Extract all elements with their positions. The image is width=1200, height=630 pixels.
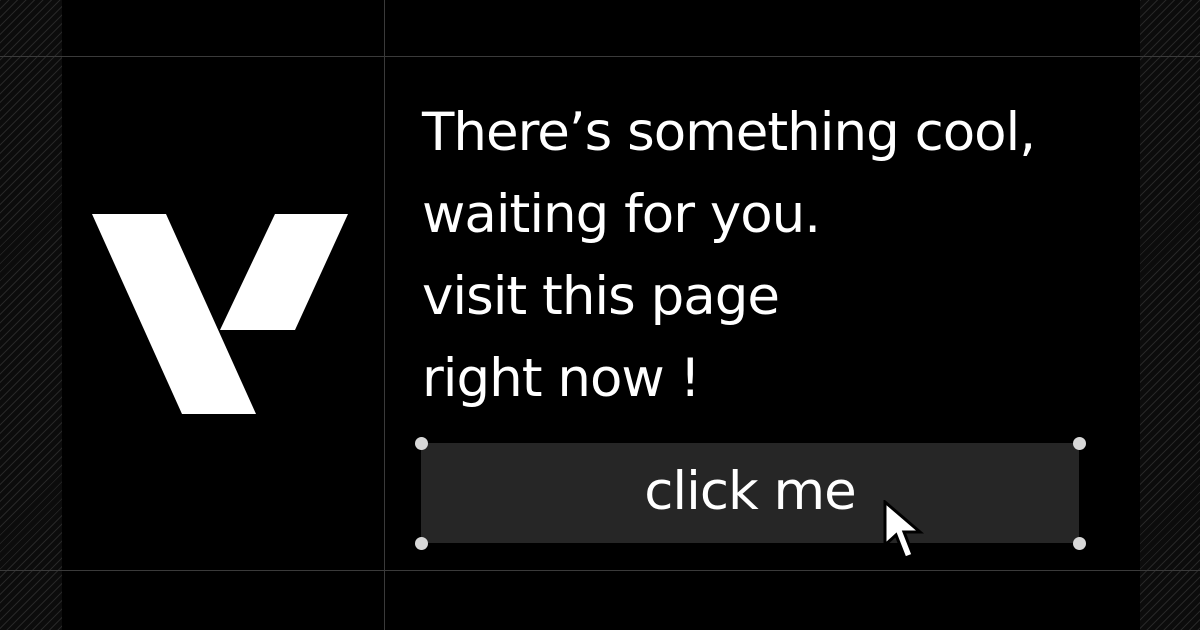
v-logo-icon: [92, 214, 348, 414]
guide-line-bottom: [0, 570, 1200, 571]
left-hatch-pattern: [0, 0, 62, 630]
banner-canvas: There’s something cool, waiting for you.…: [0, 0, 1200, 630]
click-me-button-label: click me: [644, 460, 857, 522]
arrow-cursor-icon: [883, 500, 925, 560]
selection-handle-top-left[interactable]: [415, 437, 428, 450]
click-me-button[interactable]: click me: [421, 443, 1079, 543]
guide-line-top: [0, 56, 1200, 57]
selection-handle-bottom-left[interactable]: [415, 537, 428, 550]
selection-handle-bottom-right[interactable]: [1073, 537, 1086, 550]
headline-text: There’s something cool, waiting for you.…: [422, 102, 1036, 409]
guide-line-divider: [384, 0, 385, 630]
right-hatch-pattern: [1140, 0, 1200, 630]
selection-handle-top-right[interactable]: [1073, 437, 1086, 450]
